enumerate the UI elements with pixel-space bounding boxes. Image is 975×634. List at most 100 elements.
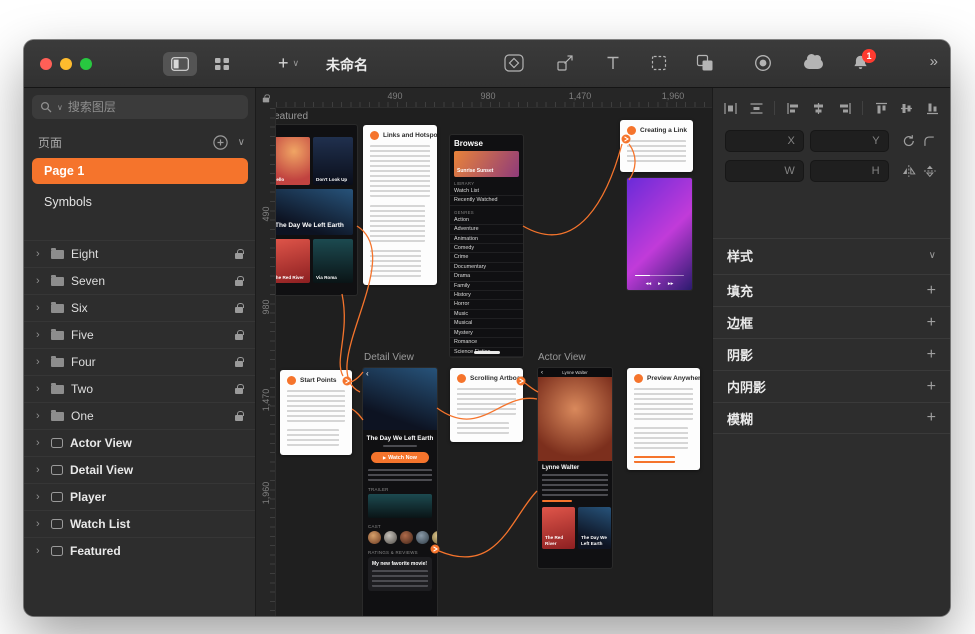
disclosure-icon[interactable]: › (36, 518, 44, 530)
align-top-icon[interactable] (874, 102, 889, 115)
lock-icon[interactable] (235, 253, 243, 259)
layer-row-player[interactable]: › Player (24, 483, 255, 510)
layer-row-actor-view[interactable]: › Actor View (24, 429, 255, 456)
disclosure-icon[interactable]: › (36, 410, 44, 422)
note-body-text (370, 205, 425, 242)
align-left-icon[interactable] (786, 102, 801, 115)
slice-tool-button[interactable] (650, 54, 668, 72)
lock-icon[interactable] (235, 307, 243, 313)
cloud-share-button[interactable] (804, 54, 823, 69)
artboard-actor-view[interactable]: ‹ Lynne Walter Lynne Walter The Red Rive… (538, 368, 612, 568)
lock-icon[interactable] (235, 361, 243, 367)
horizontal-ruler[interactable]: 490 980 1,470 1,960 (276, 88, 712, 108)
disclosure-icon[interactable]: › (36, 356, 44, 368)
scale-tool-button[interactable] (556, 54, 574, 72)
style-section-header[interactable]: 样式 ∨ (727, 239, 936, 271)
blur-section[interactable]: 模糊 + (713, 402, 950, 434)
canvas[interactable]: Featured Detail View Actor View Hello Do… (276, 108, 712, 616)
disclosure-icon[interactable]: › (36, 464, 44, 476)
shadows-section[interactable]: 阴影 + (713, 338, 950, 370)
disclosure-icon[interactable]: › (36, 383, 44, 395)
flip-horizontal-icon[interactable] (901, 164, 917, 178)
artboard-note-preview-anywhere[interactable]: Preview Anywhere (627, 368, 700, 470)
flip-vertical-icon[interactable] (922, 164, 938, 178)
layer-row-four[interactable]: › Four (24, 348, 255, 375)
artboard-note-scrolling-artboards[interactable]: Scrolling Artboards (450, 368, 523, 442)
add-fill-button[interactable]: + (927, 282, 936, 300)
layer-row-six[interactable]: › Six (24, 294, 255, 321)
artboard-featured[interactable]: Hello Don't Look Up The Day We Left Eart… (276, 125, 357, 295)
preview-button[interactable] (754, 54, 772, 72)
lock-icon[interactable] (235, 415, 243, 421)
corner-radius-icon[interactable] (922, 134, 938, 148)
align-center-horizontally-icon[interactable] (811, 102, 826, 115)
artboard-label-detail-view[interactable]: Detail View (364, 352, 414, 363)
cast-avatars (368, 531, 432, 544)
layer-row-one[interactable]: › One (24, 402, 255, 429)
layer-row-detail-view[interactable]: › Detail View (24, 456, 255, 483)
align-middle-vertically-icon[interactable] (899, 102, 914, 115)
disclosure-icon[interactable]: › (36, 545, 44, 557)
artboard-label-featured[interactable]: Featured (276, 111, 308, 122)
x-position-field[interactable]: X (725, 130, 804, 152)
lock-icon[interactable] (235, 334, 243, 340)
distribute-vertically-icon[interactable] (749, 102, 764, 115)
add-blur-button[interactable]: + (927, 409, 936, 427)
layer-row-featured[interactable]: › Featured (24, 537, 255, 564)
disclosure-icon[interactable]: › (36, 302, 44, 314)
y-position-field[interactable]: Y (810, 130, 889, 152)
layer-row-watch-list[interactable]: › Watch List (24, 510, 255, 537)
insert-button[interactable]: + ∨ (278, 52, 299, 74)
inner-shadows-section[interactable]: 内阴影 + (713, 370, 950, 402)
disclosure-icon[interactable]: › (36, 437, 44, 449)
width-field[interactable]: W (725, 160, 804, 182)
artboard-player[interactable]: ◂◂ ▸ ▸▸ (627, 178, 692, 290)
ruler-label: 1,960 (658, 91, 688, 101)
add-inner-shadow-button[interactable]: + (927, 378, 936, 396)
fills-section[interactable]: 填充 + (713, 274, 950, 306)
disclosure-icon[interactable]: › (36, 329, 44, 341)
distribute-horizontally-icon[interactable] (723, 102, 738, 115)
layer-row-eight[interactable]: › Eight (24, 240, 255, 267)
layer-search[interactable]: ∨ (32, 95, 248, 119)
add-shadow-button[interactable]: + (927, 346, 936, 364)
boolean-union-button[interactable] (696, 54, 714, 72)
disclosure-icon[interactable]: › (36, 248, 44, 260)
lock-icon[interactable] (235, 280, 243, 286)
artboard-note-start-points[interactable]: Start Points (280, 370, 352, 455)
ruler-lock-icon[interactable] (263, 97, 269, 102)
align-right-icon[interactable] (837, 102, 852, 115)
pages-collapse-chevron-icon[interactable]: ∨ (238, 137, 245, 148)
artboard-note-links-and-hotspots[interactable]: Links and Hotspots (363, 125, 437, 285)
page-item-symbols[interactable]: Symbols (32, 189, 248, 215)
disclosure-icon[interactable]: › (36, 491, 44, 503)
artboard-detail-view[interactable]: ‹ The Day We Left Earth ▶ Watch Now TRAI… (363, 368, 437, 616)
height-field[interactable]: H (810, 160, 889, 182)
align-bottom-icon[interactable] (925, 102, 940, 115)
toolbar-overflow-button[interactable]: » (930, 53, 938, 70)
rotate-icon[interactable] (901, 134, 917, 148)
symbol-tool-button[interactable] (504, 54, 524, 72)
minimize-window-button[interactable] (60, 58, 72, 70)
layer-row-seven[interactable]: › Seven (24, 267, 255, 294)
close-window-button[interactable] (40, 58, 52, 70)
borders-section[interactable]: 边框 + (713, 306, 950, 338)
add-page-button[interactable] (213, 135, 228, 150)
artboard-note-creating-a-link[interactable]: Creating a Link (620, 120, 693, 172)
layer-name: Seven (71, 274, 228, 288)
text-tool-button[interactable] (604, 54, 622, 72)
layer-row-five[interactable]: › Five (24, 321, 255, 348)
search-input[interactable] (68, 100, 218, 114)
artboard-label-actor-view[interactable]: Actor View (538, 352, 586, 363)
zoom-window-button[interactable] (80, 58, 92, 70)
layer-row-two[interactable]: › Two (24, 375, 255, 402)
page-item-page1[interactable]: Page 1 (32, 158, 248, 184)
notifications-button[interactable]: 1 (852, 54, 869, 71)
add-border-button[interactable]: + (927, 314, 936, 332)
disclosure-icon[interactable]: › (36, 275, 44, 287)
artboard-browse[interactable]: Browse Sunrise Sunset LIBRARY Watch List… (450, 135, 523, 357)
components-view-toggle[interactable] (205, 52, 239, 76)
lock-icon[interactable] (235, 388, 243, 394)
vertical-ruler[interactable]: 490 980 1,470 1,960 (256, 108, 276, 616)
canvas-view-toggle[interactable] (163, 52, 197, 76)
